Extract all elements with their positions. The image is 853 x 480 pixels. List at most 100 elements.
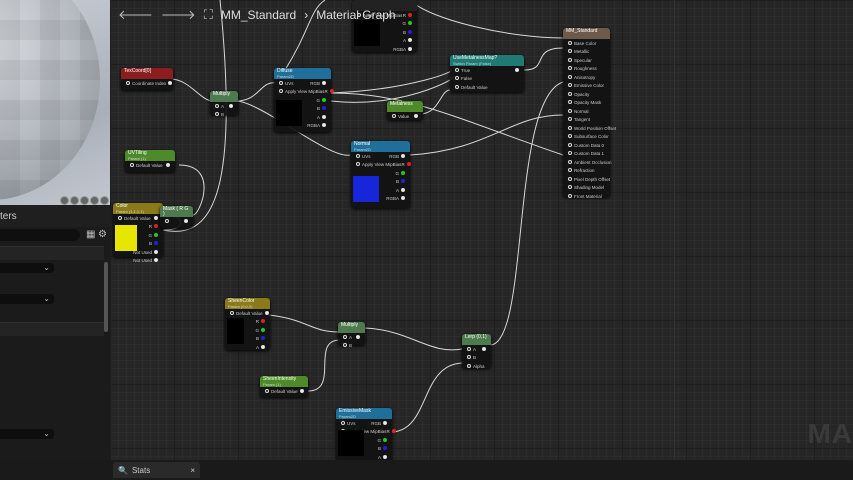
cube-icon[interactable] xyxy=(90,196,99,205)
input-pin-icon[interactable] xyxy=(118,215,122,220)
input-pin-icon[interactable] xyxy=(568,108,572,113)
node-header[interactable]: Metalness xyxy=(387,101,423,112)
output-pin-icon[interactable] xyxy=(261,319,265,324)
output-pin-icon[interactable] xyxy=(154,224,158,229)
input-pin-icon[interactable] xyxy=(356,153,360,158)
input-pin-icon[interactable] xyxy=(568,151,572,156)
output-pin-icon[interactable] xyxy=(299,388,304,393)
input-pin-icon[interactable] xyxy=(568,193,572,198)
output-pin-icon[interactable] xyxy=(166,162,170,167)
output-pin-icon[interactable] xyxy=(383,420,387,425)
input-pin-icon[interactable] xyxy=(568,74,572,79)
input-pin-icon[interactable] xyxy=(215,103,219,108)
node-sheencolor[interactable]: SheenColor Param (0,0,0) Default Value R G B A xyxy=(225,298,270,350)
output-pin-icon[interactable] xyxy=(154,232,158,237)
input-pin-icon[interactable] xyxy=(467,346,471,351)
output-pin-icon[interactable] xyxy=(154,258,158,263)
output-pin-icon[interactable] xyxy=(261,336,265,341)
details-dropdown-1[interactable]: ⌄ xyxy=(0,263,54,273)
node-header[interactable]: UseMetalnessMap? Switch Param (False) xyxy=(450,55,524,66)
input-pin-icon[interactable] xyxy=(568,168,572,173)
node-mul2[interactable]: Multiply A B xyxy=(338,322,365,348)
node-switch[interactable]: UseMetalnessMap? Switch Param (False) True… xyxy=(450,55,524,92)
input-pin-icon[interactable] xyxy=(568,57,572,62)
node-header[interactable]: SheenColor Param (0,0,0) xyxy=(225,298,270,309)
details-search-input[interactable] xyxy=(0,229,80,241)
gear-icon[interactable]: ⚙ xyxy=(98,229,107,240)
input-pin-icon[interactable] xyxy=(265,388,269,393)
output-pin-icon[interactable] xyxy=(154,215,158,220)
output-pin-icon[interactable] xyxy=(391,429,396,434)
forward-arrow-icon[interactable]: 🡒 xyxy=(161,7,196,23)
table-view-icon[interactable]: ▦ xyxy=(86,229,95,240)
output-pin-icon[interactable] xyxy=(168,80,173,85)
input-pin-icon[interactable] xyxy=(568,66,572,71)
input-pin-icon[interactable] xyxy=(568,176,572,181)
input-pin-icon[interactable] xyxy=(568,100,572,105)
input-pin-icon[interactable] xyxy=(568,49,572,54)
output-pin-icon[interactable] xyxy=(401,170,405,175)
output-pin-icon[interactable] xyxy=(408,46,412,51)
node-header[interactable]: Multiply xyxy=(210,91,238,102)
output-pin-icon[interactable] xyxy=(154,249,158,254)
output-pin-icon[interactable] xyxy=(329,89,334,94)
node-header[interactable]: Lerp (0,1) xyxy=(462,334,491,345)
input-pin-icon[interactable] xyxy=(467,355,471,360)
node-header[interactable]: Diffuse Param2D xyxy=(274,68,331,79)
input-pin-icon[interactable] xyxy=(568,91,572,96)
input-pin-icon[interactable] xyxy=(467,363,471,368)
input-pin-icon[interactable] xyxy=(568,159,572,164)
node-header[interactable]: Color Param (1,1,1,1) xyxy=(113,203,163,214)
output-pin-icon[interactable] xyxy=(383,437,387,442)
input-pin-icon[interactable] xyxy=(230,310,234,315)
sphere-icon[interactable] xyxy=(70,196,79,205)
input-pin-icon[interactable] xyxy=(165,218,169,223)
cylinder-icon[interactable] xyxy=(60,196,69,205)
output-pin-icon[interactable] xyxy=(322,123,326,128)
details-category-2[interactable] xyxy=(0,322,104,336)
material-graph-canvas[interactable]: Apply View MipBias R G B A RGBA TexCoord[0] Coo… xyxy=(110,0,853,460)
stats-tab[interactable]: 🔍 Stats × xyxy=(113,462,200,478)
node-lerp[interactable]: Lerp (0,1) A B Alpha xyxy=(462,334,491,369)
output-pin-icon[interactable] xyxy=(264,310,269,315)
details-dropdown-2[interactable]: ⌄ xyxy=(0,294,54,304)
output-pin-icon[interactable] xyxy=(515,67,519,72)
output-pin-icon[interactable] xyxy=(383,446,387,451)
output-pin-icon[interactable] xyxy=(261,344,265,349)
close-icon[interactable]: × xyxy=(190,466,195,475)
input-pin-icon[interactable] xyxy=(279,89,283,94)
plane-icon[interactable] xyxy=(80,196,89,205)
output-pin-icon[interactable] xyxy=(322,114,326,119)
node-header[interactable]: Normal Param2D xyxy=(351,141,410,152)
output-pin-icon[interactable] xyxy=(401,179,405,184)
node-header[interactable]: Mask ( R G ) xyxy=(160,206,193,217)
input-pin-icon[interactable] xyxy=(279,80,283,85)
output-pin-icon[interactable] xyxy=(356,334,360,339)
node-header[interactable]: UVTiling Param (1) xyxy=(125,150,175,161)
input-pin-icon[interactable] xyxy=(356,162,360,167)
details-scrollbar[interactable] xyxy=(104,262,108,332)
node-texcoord[interactable]: TexCoord[0] Coordinate Index xyxy=(121,68,173,90)
teapot-icon[interactable] xyxy=(100,196,109,205)
material-preview-viewport[interactable] xyxy=(0,0,110,205)
output-pin-icon[interactable] xyxy=(322,80,326,85)
node-header[interactable]: TexCoord[0] xyxy=(121,68,173,79)
input-pin-icon[interactable] xyxy=(568,142,572,147)
details-category[interactable] xyxy=(0,246,104,260)
output-pin-icon[interactable] xyxy=(261,327,265,332)
input-pin-icon[interactable] xyxy=(568,125,572,130)
output-pin-icon[interactable] xyxy=(322,97,326,102)
node-scalar[interactable]: Metalness Value xyxy=(387,101,423,120)
output-pin-icon[interactable] xyxy=(408,38,412,43)
node-header[interactable]: Multiply xyxy=(338,322,365,333)
breadcrumb-graph[interactable]: Material Graph xyxy=(316,8,395,22)
input-pin-icon[interactable] xyxy=(568,117,572,122)
input-pin-icon[interactable] xyxy=(215,112,219,117)
node-normal[interactable]: Normal Param2D UVs RGB Apply View MipBias R G B… xyxy=(351,141,411,208)
input-pin-icon[interactable] xyxy=(343,343,347,348)
node-uvtiling[interactable]: UVTiling Param (1) Default Value xyxy=(125,150,175,172)
input-pin-icon[interactable] xyxy=(130,162,134,167)
input-pin-icon[interactable] xyxy=(455,84,459,89)
output-pin-icon[interactable] xyxy=(401,196,405,201)
input-pin-icon[interactable] xyxy=(568,185,572,190)
